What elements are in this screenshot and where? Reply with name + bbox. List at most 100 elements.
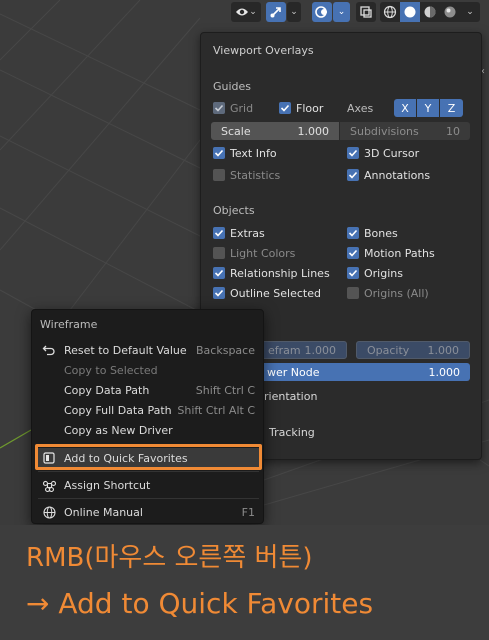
floor-checkbox[interactable]: Floor <box>279 100 323 116</box>
menu-item-shortcut: Shift Ctrl Alt C <box>177 403 255 417</box>
menu-item-copy-as-new-driver[interactable]: Copy as New Driver <box>36 420 261 440</box>
menu-separator <box>38 498 259 499</box>
axis-x-toggle[interactable]: X <box>394 99 416 117</box>
subdivisions-label: Subdivisions <box>350 124 419 138</box>
chevron-down-icon: ⌄ <box>290 7 298 17</box>
checkmark-icon <box>347 169 359 181</box>
empty-icon-slot <box>38 420 60 440</box>
empty-icon-slot <box>38 360 60 380</box>
relationship-lines-label: Relationship Lines <box>230 266 330 280</box>
scale-field[interactable]: Scale 1.000 <box>211 122 339 140</box>
rendered-shading-icon <box>444 6 456 18</box>
viewer-node-label: wer Node <box>267 365 320 379</box>
extras-checkbox[interactable]: Extras <box>213 225 265 241</box>
wireframe-shading-icon <box>383 5 397 19</box>
checkmark-icon <box>213 102 225 114</box>
chevron-down-icon: ⌄ <box>466 7 474 17</box>
chevron-down-icon: ⌄ <box>337 7 346 17</box>
3d-cursor-checkbox[interactable]: 3D Cursor <box>347 145 419 161</box>
menu-item-assign-shortcut[interactable]: Assign Shortcut <box>36 475 261 495</box>
shading-dropdown[interactable]: ⌄ <box>460 2 480 22</box>
subdivisions-value: 10 <box>446 124 460 138</box>
chevron-down-icon: ⌄ <box>249 7 257 17</box>
checkbox-box <box>213 247 225 259</box>
viewer-node-value: 1.000 <box>428 365 461 379</box>
empty-icon-slot <box>38 400 60 420</box>
origins-all-checkbox[interactable]: Origins (All) <box>347 285 429 301</box>
annotations-label: Annotations <box>364 168 431 182</box>
guides-heading: Guides <box>213 80 252 93</box>
gizmo-toggle[interactable] <box>266 2 286 22</box>
visibility-dropdown[interactable]: ⌄ <box>231 2 261 22</box>
3d-viewport[interactable]: ⌄ ⌄ ⌄ ⌄ ‹ Viewport Overlays Guides Grid … <box>0 0 489 525</box>
gizmo-icon <box>270 7 281 18</box>
panel-title: Viewport Overlays <box>213 44 314 57</box>
menu-item-shortcut: Backspace <box>196 343 255 357</box>
opacity-field[interactable]: Opacity 1.000 <box>356 341 470 359</box>
orientation-label: rientation <box>264 390 318 403</box>
menu-item-label: Copy to Selected <box>64 363 158 377</box>
globe-icon <box>38 502 60 522</box>
menu-item-label: Assign Shortcut <box>64 478 151 492</box>
solid-shading-button[interactable] <box>400 2 420 22</box>
opacity-value: 1.000 <box>427 343 460 357</box>
caption-area: RMB(마우스 오른쪽 버튼) → Add to Quick Favorites <box>0 525 489 640</box>
menu-item-reset-default[interactable]: Reset to Default Value Backspace <box>36 340 261 360</box>
light-colors-checkbox[interactable]: Light Colors <box>213 245 295 261</box>
subdivisions-field[interactable]: Subdivisions 10 <box>340 122 470 140</box>
relationship-lines-checkbox[interactable]: Relationship Lines <box>213 265 330 281</box>
bones-label: Bones <box>364 226 398 240</box>
origins-all-label: Origins (All) <box>364 286 429 300</box>
context-menu-title: Wireframe <box>40 318 98 331</box>
reset-icon <box>38 340 60 360</box>
context-menu: Wireframe Reset to Default Value Backspa… <box>31 309 264 524</box>
scale-value: 1.000 <box>297 124 330 138</box>
xray-toggle[interactable] <box>356 2 376 22</box>
bones-checkbox[interactable]: Bones <box>347 225 398 241</box>
floor-label: Floor <box>296 101 324 115</box>
wireframe-shading-button[interactable] <box>380 2 400 22</box>
light-colors-label: Light Colors <box>230 246 296 260</box>
checkmark-icon <box>347 267 359 279</box>
motion-paths-checkbox[interactable]: Motion Paths <box>347 245 435 261</box>
wireframe-field[interactable]: efram 1.000 <box>257 341 347 359</box>
opacity-label: Opacity <box>367 343 410 357</box>
grid-label: Grid <box>230 101 254 115</box>
grid-checkbox[interactable]: Grid <box>213 100 253 116</box>
checkmark-icon <box>347 227 359 239</box>
text-info-checkbox[interactable]: Text Info <box>213 145 277 161</box>
text-info-label: Text Info <box>230 146 277 160</box>
checkmark-icon <box>347 247 359 259</box>
checkbox-box <box>213 169 225 181</box>
checkmark-icon <box>213 227 225 239</box>
overlays-dropdown[interactable]: ⌄ <box>333 2 350 22</box>
rendered-shading-button[interactable] <box>440 2 460 22</box>
menu-separator <box>38 471 259 472</box>
checkmark-icon <box>279 102 291 114</box>
outline-selected-checkbox[interactable]: Outline Selected <box>213 285 321 301</box>
overlay-icon <box>315 6 327 18</box>
wireframe-field-label: efram <box>268 343 301 357</box>
material-shading-button[interactable] <box>420 2 440 22</box>
menu-item-copy-to-selected[interactable]: Copy to Selected <box>36 360 261 380</box>
tracking-label: Tracking <box>269 426 315 439</box>
caption-line-1: RMB(마우스 오른쪽 버튼) <box>26 543 313 573</box>
origins-checkbox[interactable]: Origins <box>347 265 403 281</box>
menu-item-copy-full-data-path[interactable]: Copy Full Data Path Shift Ctrl Alt C <box>36 400 261 420</box>
menu-item-label: Reset to Default Value <box>64 343 187 357</box>
menu-item-copy-data-path[interactable]: Copy Data Path Shift Ctrl C <box>36 380 261 400</box>
objects-heading: Objects <box>213 204 255 217</box>
axis-y-toggle[interactable]: Y <box>417 99 439 117</box>
motion-paths-label: Motion Paths <box>364 246 435 260</box>
gizmo-dropdown[interactable]: ⌄ <box>287 2 301 22</box>
caption-line-2: → Add to Quick Favorites <box>26 587 374 620</box>
statistics-checkbox[interactable]: Statistics <box>213 167 280 183</box>
overlays-toggle[interactable] <box>312 2 332 22</box>
menu-item-online-manual[interactable]: Online Manual F1 <box>36 502 261 522</box>
annotations-checkbox[interactable]: Annotations <box>347 167 430 183</box>
xray-icon <box>360 6 372 18</box>
viewer-node-field[interactable]: wer Node 1.000 <box>257 363 470 381</box>
highlight-box <box>35 444 262 470</box>
menu-item-shortcut: F1 <box>241 505 255 519</box>
axis-z-toggle[interactable]: Z <box>440 99 463 117</box>
